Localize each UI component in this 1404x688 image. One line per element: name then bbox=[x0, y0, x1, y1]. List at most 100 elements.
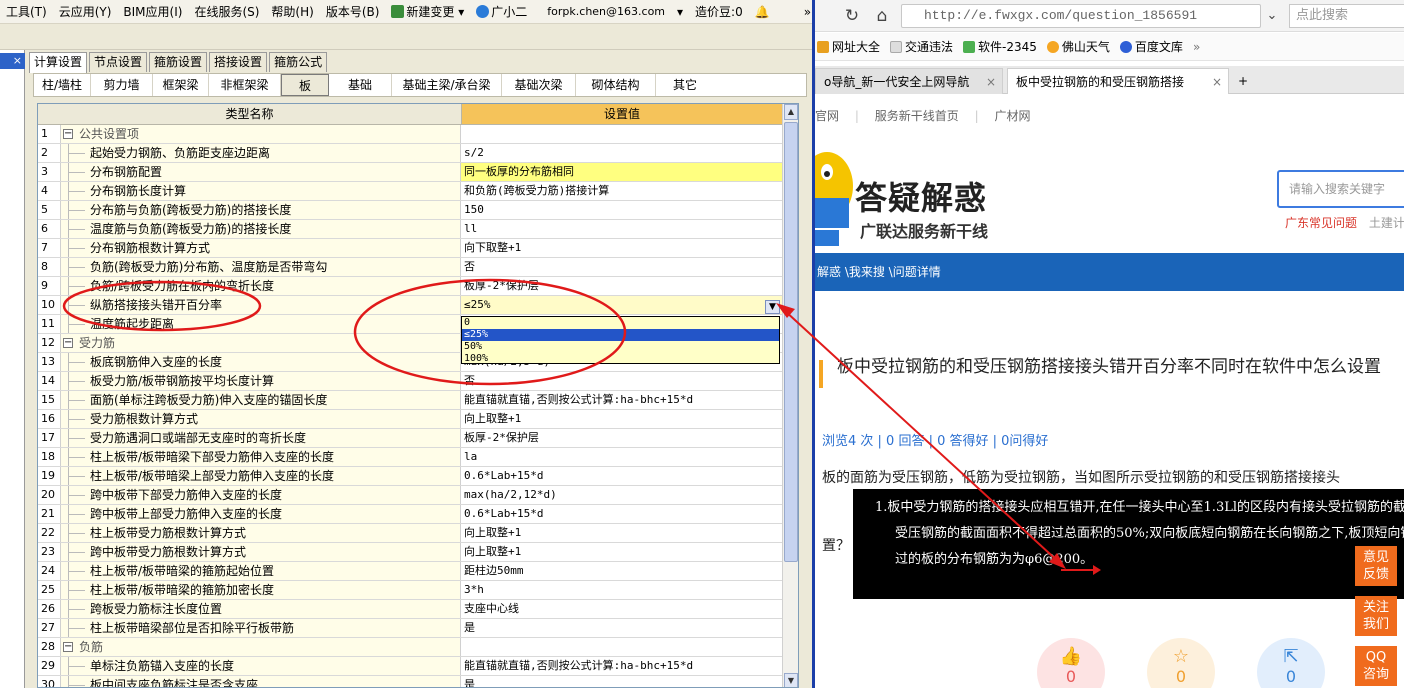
user-account[interactable]: forpk.chen@163.com bbox=[541, 0, 671, 24]
table-row[interactable]: 6 温度筋与负筋(跨板受力筋)的搭接长度 ll bbox=[38, 220, 783, 239]
table-row[interactable]: 9 负筋/跨板受力筋在板内的弯折长度 板厚-2*保护层 bbox=[38, 277, 783, 296]
browser-tab[interactable]: o导航_新一代安全上网导航 × bbox=[815, 68, 1003, 94]
tab-other[interactable]: 其它 bbox=[656, 74, 714, 96]
row-value-cell[interactable]: s/2 bbox=[461, 144, 782, 162]
bookmarks-more-icon[interactable]: » bbox=[1193, 40, 1200, 54]
dropdown-arrow-button[interactable]: ▼ bbox=[765, 300, 780, 314]
menu-cloud[interactable]: 云应用(Y) bbox=[53, 0, 118, 24]
menu-online-service[interactable]: 在线服务(S) bbox=[188, 0, 265, 24]
table-row[interactable]: 17 受力筋遇洞口或端部无支座时的弯折长度 板厚-2*保护层 bbox=[38, 429, 783, 448]
table-row[interactable]: 18 柱上板带/板带暗梁下部受力筋伸入支座的长度 la bbox=[38, 448, 783, 467]
tab-slab[interactable]: 板 bbox=[281, 74, 329, 96]
follow-button[interactable]: 关注 我们 bbox=[1355, 596, 1397, 636]
favorite-button[interactable]: ☆ 0 bbox=[1147, 638, 1215, 688]
left-pane-close[interactable]: × bbox=[0, 53, 25, 69]
row-value-cell[interactable]: 和负筋(跨板受力筋)搭接计算 bbox=[461, 182, 782, 200]
table-row[interactable]: 23 跨中板带受力筋根数计算方式 向上取整+1 bbox=[38, 543, 783, 562]
table-row[interactable]: 20 跨中板带下部受力筋伸入支座的长度 max(ha/2,12*d) bbox=[38, 486, 783, 505]
table-row[interactable]: 19 柱上板带/板带暗梁上部受力筋伸入支座的长度 0.6*Lab+15*d bbox=[38, 467, 783, 486]
tab-shear-wall[interactable]: 剪力墙 bbox=[91, 74, 153, 96]
table-row[interactable]: 7 分布钢筋根数计算方式 向下取整+1 bbox=[38, 239, 783, 258]
dropdown-option[interactable]: 0 bbox=[462, 317, 779, 329]
row-value-cell[interactable]: 能直锚就直锚,否则按公式计算:ha-bhc+15*d bbox=[461, 391, 782, 409]
row-value-cell[interactable]: 距柱边50mm bbox=[461, 562, 782, 580]
table-row[interactable]: 21 跨中板带上部受力筋伸入支座的长度 0.6*Lab+15*d bbox=[38, 505, 783, 524]
breadcrumb[interactable]: 解惑 \我来搜 \问题详情 bbox=[815, 253, 1404, 291]
hot-link[interactable]: 土建计 bbox=[1369, 216, 1404, 230]
browser-tab-active[interactable]: 板中受拉钢筋的和受压钢筋搭接 × bbox=[1007, 68, 1229, 94]
dropdown-option[interactable]: 50% bbox=[462, 341, 779, 353]
hot-link[interactable]: 广东常见问题 bbox=[1285, 216, 1357, 230]
tab-frame-beam[interactable]: 框架梁 bbox=[153, 74, 209, 96]
browser-search-input[interactable]: 点此搜索 bbox=[1289, 4, 1404, 28]
dropdown-option[interactable]: 100% bbox=[462, 353, 779, 365]
table-row[interactable]: 15 面筋(单标注跨板受力筋)伸入支座的锚固长度 能直锚就直锚,否则按公式计算:ha… bbox=[38, 391, 783, 410]
new-change-button[interactable]: 新建变更 ▾ bbox=[385, 0, 470, 24]
menu-version[interactable]: 版本号(B) bbox=[320, 0, 386, 24]
tab-column[interactable]: 柱/墙柱 bbox=[34, 74, 91, 96]
table-row[interactable]: 8 负筋(跨板受力筋)分布筋、温度筋是否带弯勾 否 bbox=[38, 258, 783, 277]
scroll-up-button[interactable]: ▲ bbox=[784, 104, 798, 120]
site-nav-link[interactable]: 服务新干线首页 bbox=[875, 109, 959, 123]
bookmark-item[interactable]: 佛山天气 bbox=[1046, 38, 1110, 55]
tab-foundation[interactable]: 基础 bbox=[329, 74, 392, 96]
site-nav-link[interactable]: 官网 bbox=[815, 109, 839, 123]
share-button[interactable]: ⇱ 0 bbox=[1257, 638, 1325, 688]
row-value-cell[interactable]: 0.6*Lab+15*d bbox=[461, 467, 782, 485]
tab-masonry[interactable]: 砌体结构 bbox=[576, 74, 656, 96]
user-dropdown-arrow[interactable]: ▾ bbox=[671, 0, 689, 24]
row-value-cell[interactable]: 向上取整+1 bbox=[461, 543, 782, 561]
row-value-cell[interactable] bbox=[461, 638, 782, 656]
table-row[interactable]: 25 柱上板带/板带暗梁的箍筋加密长度 3*h bbox=[38, 581, 783, 600]
row-value-cell[interactable]: 支座中心线 bbox=[461, 600, 782, 618]
new-tab-button[interactable]: + bbox=[1233, 68, 1255, 94]
row-value-cell[interactable]: la bbox=[461, 448, 782, 466]
row-value-cell[interactable]: 向上取整+1 bbox=[461, 410, 782, 428]
table-group-row[interactable]: 28− 负筋 bbox=[38, 638, 783, 657]
chevron-down-icon[interactable]: ⌄ bbox=[1261, 5, 1283, 27]
tab-calc-settings[interactable]: 计算设置 bbox=[29, 52, 88, 73]
row-value-cell[interactable]: ll bbox=[461, 220, 782, 238]
table-row[interactable]: 29 单标注负筋锚入支座的长度 能直锚就直锚,否则按公式计算:ha-bhc+15*d bbox=[38, 657, 783, 676]
row-value-cell[interactable]: ≤25% bbox=[461, 296, 782, 314]
feedback-button[interactable]: 意见 反馈 bbox=[1355, 546, 1397, 586]
tab-node-settings[interactable]: 节点设置 bbox=[89, 52, 148, 72]
scroll-thumb[interactable] bbox=[784, 122, 798, 562]
refresh-icon[interactable]: ↻ bbox=[841, 5, 863, 27]
bookmark-item[interactable]: 软件-2345 bbox=[963, 38, 1037, 55]
row-value-cell[interactable]: 0.6*Lab+15*d bbox=[461, 505, 782, 523]
table-row[interactable]: 14 板受力筋/板带钢筋按平均长度计算 否 bbox=[38, 372, 783, 391]
tab-foundation-main-beam[interactable]: 基础主梁/承台梁 bbox=[392, 74, 502, 96]
address-bar[interactable]: http://e.fwxgx.com/question_1856591 bbox=[901, 4, 1261, 28]
row-value-cell[interactable]: 3*h bbox=[461, 581, 782, 599]
row-value-cell[interactable]: max(ha/2,12*d) bbox=[461, 486, 782, 504]
table-group-row[interactable]: 1− 公共设置项 bbox=[38, 125, 783, 144]
table-row[interactable]: 10 纵筋搭接接头错开百分率 ≤25% bbox=[38, 296, 783, 315]
scroll-down-button[interactable]: ▼ bbox=[784, 673, 798, 687]
table-row[interactable]: 22 柱上板带受力筋根数计算方式 向上取整+1 bbox=[38, 524, 783, 543]
bookmark-item[interactable]: 百度文库 bbox=[1119, 38, 1183, 55]
row-value-cell[interactable]: 否 bbox=[461, 372, 782, 390]
table-row[interactable]: 3 分布钢筋配置 同一板厚的分布筋相同 bbox=[38, 163, 783, 182]
table-row[interactable]: 30 板中间支座负筋标注是否含支座 是 bbox=[38, 676, 783, 687]
close-icon[interactable]: × bbox=[986, 69, 996, 94]
table-row[interactable]: 26 跨板受力筋标注长度位置 支座中心线 bbox=[38, 600, 783, 619]
collapse-icon[interactable]: − bbox=[63, 642, 73, 652]
table-row[interactable]: 24 柱上板带/板带暗梁的箍筋起始位置 距柱边50mm bbox=[38, 562, 783, 581]
row-value-cell[interactable]: 同一板厚的分布筋相同 bbox=[461, 163, 782, 181]
row-value-cell[interactable]: 板厚-2*保护层 bbox=[461, 429, 782, 447]
collapse-icon[interactable]: − bbox=[63, 338, 73, 348]
close-icon[interactable]: × bbox=[1212, 69, 1222, 94]
site-nav-link[interactable]: 广材网 bbox=[994, 109, 1030, 123]
table-row[interactable]: 5 分布筋与负筋(跨板受力筋)的搭接长度 150 bbox=[38, 201, 783, 220]
table-row[interactable]: 2 起始受力钢筋、负筋距支座边距离 s/2 bbox=[38, 144, 783, 163]
tab-stirrup-settings[interactable]: 箍筋设置 bbox=[149, 52, 208, 72]
row-value-cell[interactable]: 能直锚就直锚,否则按公式计算:ha-bhc+15*d bbox=[461, 657, 782, 675]
menu-help[interactable]: 帮助(H) bbox=[265, 0, 319, 24]
grid-scrollbar[interactable]: ▲ ▼ bbox=[782, 104, 798, 687]
more-button[interactable]: » bbox=[798, 0, 812, 24]
tab-non-frame-beam[interactable]: 非框架梁 bbox=[209, 74, 281, 96]
bookmark-item[interactable]: 交通违法 bbox=[890, 38, 953, 55]
qq-button[interactable]: QQ 咨询 bbox=[1355, 646, 1397, 686]
bell-icon[interactable]: 🔔 bbox=[749, 0, 776, 24]
